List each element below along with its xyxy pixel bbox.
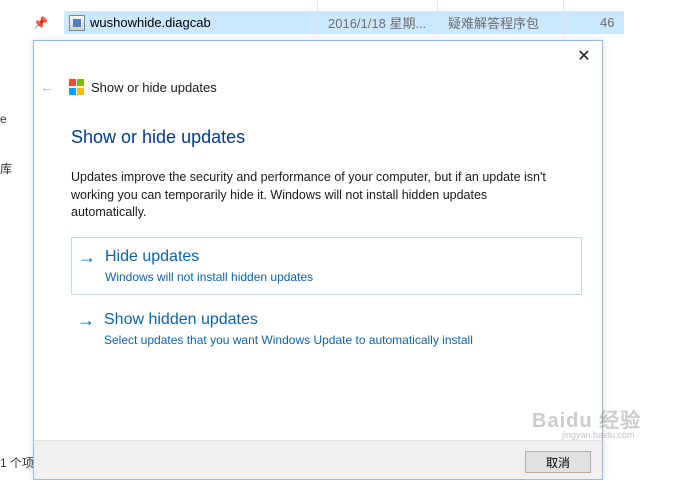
column-divider[interactable] (317, 0, 318, 36)
windows-logo-icon (69, 79, 85, 95)
right-arrow-icon: → (77, 310, 95, 330)
description-text: Updates improve the security and perform… (71, 170, 546, 219)
nav-pane-fragment[interactable]: e (0, 112, 7, 126)
column-divider[interactable] (563, 0, 564, 36)
show-hidden-updates-option[interactable]: → Show hidden updates Select updates tha… (71, 301, 582, 359)
option-subtitle: Select updates that you want Windows Upd… (104, 333, 473, 347)
file-row[interactable]: wushowhide.diagcab 2016/1/18 星期... 疑难解答程… (64, 11, 624, 34)
option-subtitle: Windows will not install hidden updates (105, 270, 314, 284)
hide-updates-option[interactable]: → Hide updates Windows will not install … (71, 237, 582, 295)
file-name: wushowhide.diagcab (90, 15, 211, 30)
dialog-caption: Show or hide updates (91, 80, 217, 95)
close-icon: ✕ (577, 48, 591, 65)
column-divider[interactable] (437, 0, 438, 36)
right-arrow-icon: → (78, 247, 96, 267)
close-button[interactable]: ✕ (572, 45, 596, 67)
file-date: 2016/1/18 星期... (328, 16, 427, 31)
file-type: 疑难解答程序包 (448, 16, 540, 31)
option-title: Hide updates (105, 248, 200, 265)
troubleshooter-dialog: ✕ ← Show or hide updates Show or hide up… (33, 40, 603, 480)
watermark-url: jingyan.baidu.com (562, 430, 635, 440)
dialog-footer: 取消 (34, 440, 602, 479)
baidu-watermark: Baidu 经验 (532, 410, 642, 432)
nav-pane-fragment[interactable]: 库 (0, 160, 12, 177)
back-arrow-icon[interactable]: ← (40, 79, 54, 95)
page-heading: Show or hide updates (71, 127, 246, 147)
pin-icon[interactable]: 📌 (33, 16, 48, 30)
option-title: Show hidden updates (104, 311, 258, 328)
status-bar-count: 1 个项 (0, 456, 35, 470)
diagcab-file-icon (69, 14, 85, 31)
cancel-button[interactable]: 取消 (525, 451, 591, 473)
file-size: 46 (600, 15, 615, 30)
